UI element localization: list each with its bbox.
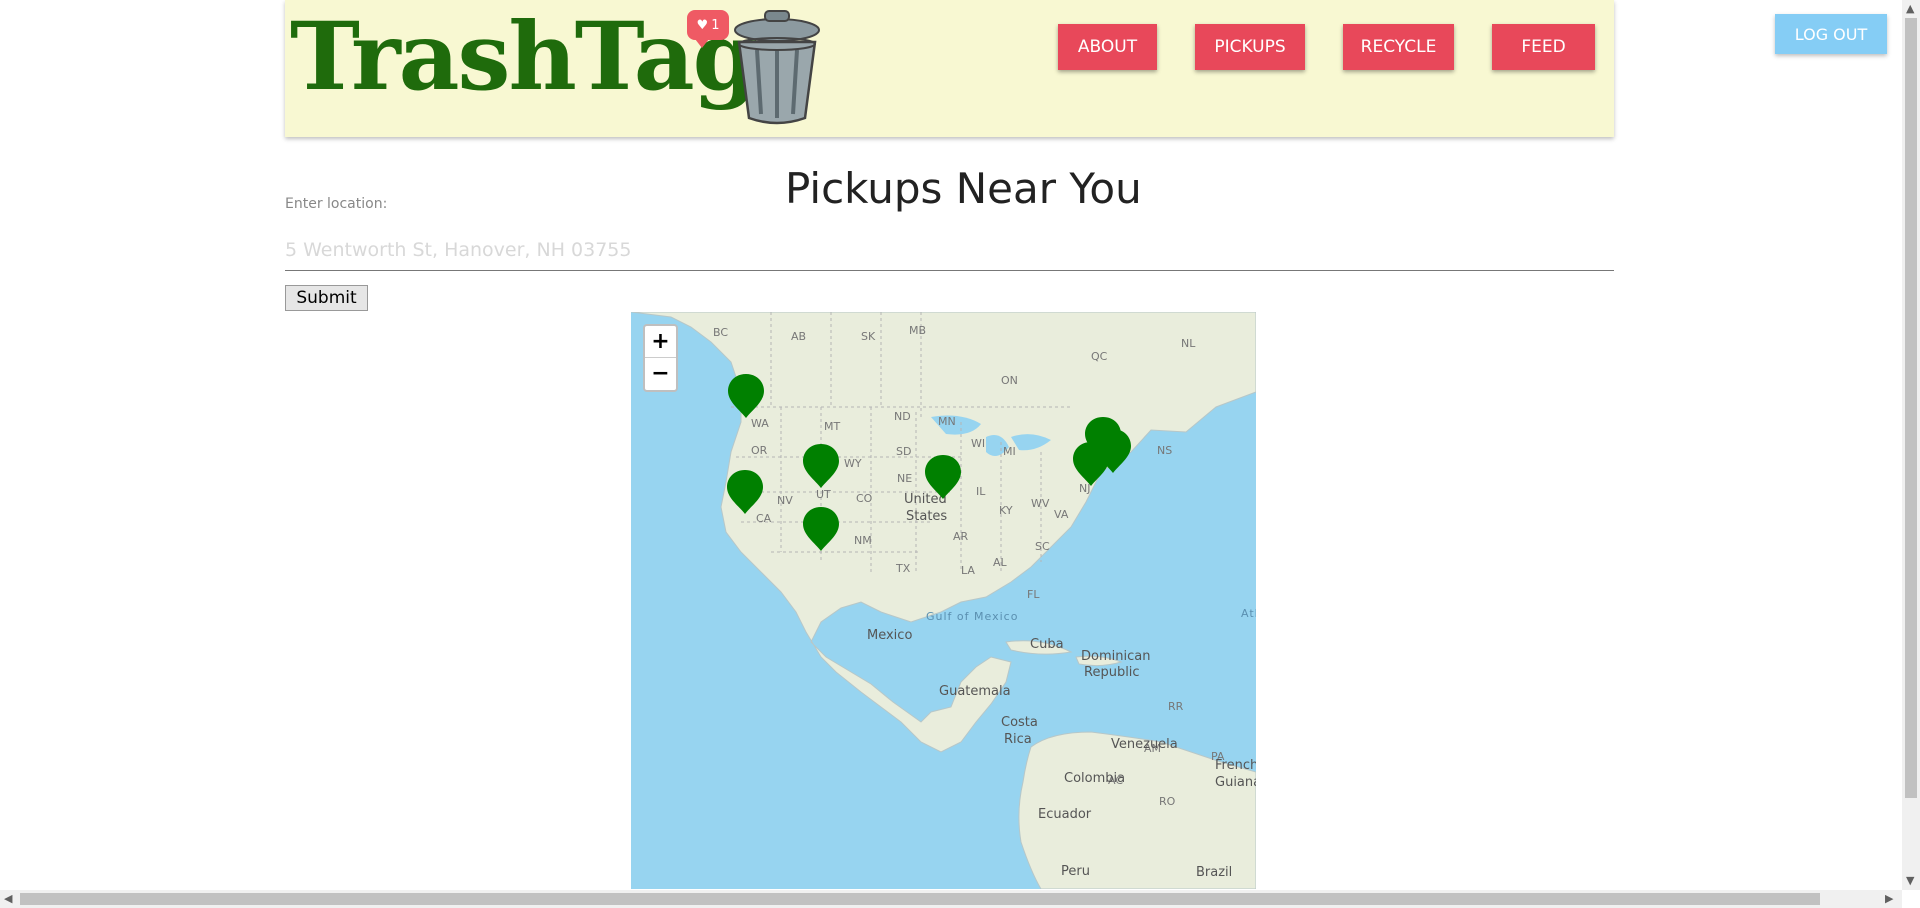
map-label: WV	[1031, 497, 1050, 510]
map-label: WY	[844, 457, 862, 470]
page-title: Pickups Near You	[785, 164, 1142, 213]
map-label: QC	[1091, 350, 1108, 363]
map-label: AL	[993, 556, 1007, 569]
map-label: States	[906, 509, 948, 524]
pickup-map[interactable]: + − BC AB SK MB ON QC NL WA MT ND MN OR …	[631, 312, 1256, 889]
map-label: VA	[1054, 508, 1069, 521]
vertical-scrollbar[interactable]: ▲ ▼	[1902, 0, 1920, 890]
pickup-marker[interactable]	[801, 442, 841, 490]
nav-about[interactable]: ABOUT	[1058, 24, 1157, 70]
map-label: WI	[971, 437, 986, 450]
map-label: ND	[894, 410, 911, 423]
location-label: Enter location:	[285, 196, 388, 212]
scroll-right-icon[interactable]: ▶	[1885, 892, 1893, 905]
map-label: Peru	[1061, 864, 1090, 879]
map-label: SC	[1035, 540, 1050, 553]
map-label: SK	[861, 330, 876, 343]
nav-feed[interactable]: FEED	[1492, 24, 1595, 70]
map-label: Guatemala	[939, 684, 1011, 699]
map-label: NE	[897, 472, 913, 485]
zoom-out-button[interactable]: −	[645, 358, 676, 389]
map-label: MB	[909, 324, 927, 337]
map-label: Republic	[1084, 665, 1140, 680]
map-label: Venezuela	[1111, 737, 1178, 752]
map-label: NL	[1181, 337, 1196, 350]
map-label: French	[1215, 758, 1256, 773]
map-label: Atl	[1241, 607, 1256, 620]
map-label: Guiana	[1215, 775, 1256, 790]
map-label: CO	[856, 492, 873, 505]
header-banner: TrashTag ♥ 1 ABOUT PICKUPS RECYCLE FEED	[285, 0, 1614, 137]
map-label: AB	[791, 330, 807, 343]
map-label: Ecuador	[1038, 807, 1092, 822]
map-label: RR	[1168, 700, 1184, 713]
map-label: TX	[896, 562, 911, 575]
zoom-in-button[interactable]: +	[645, 326, 676, 358]
vertical-scroll-thumb[interactable]	[1905, 18, 1917, 798]
nav-pickups[interactable]: PICKUPS	[1195, 24, 1305, 70]
map-label: OR	[751, 444, 768, 457]
map-label: Rica	[1004, 732, 1032, 747]
notification-badge[interactable]: ♥ 1	[687, 10, 729, 48]
map-label: BC	[713, 326, 729, 339]
nav-recycle[interactable]: RECYCLE	[1343, 24, 1454, 70]
map-label: Colombia	[1064, 771, 1126, 786]
scroll-up-icon[interactable]: ▲	[1906, 2, 1914, 15]
map-label: Dominican	[1081, 649, 1151, 664]
map-label: IL	[976, 485, 986, 498]
map-label: LA	[961, 564, 975, 577]
pickup-marker[interactable]	[726, 372, 766, 420]
heart-icon: ♥	[696, 17, 709, 33]
pickup-marker[interactable]	[801, 505, 841, 553]
map-label: Cuba	[1030, 637, 1064, 652]
map-label: Mexico	[867, 628, 913, 643]
map-label: AR	[953, 530, 969, 543]
map-label: Costa	[1001, 715, 1038, 730]
submit-button[interactable]: Submit	[285, 285, 368, 311]
location-input[interactable]	[285, 230, 1614, 271]
scroll-left-icon[interactable]: ◀	[4, 892, 12, 905]
map-label: FL	[1027, 588, 1040, 601]
map-label: MN	[938, 415, 956, 428]
notification-count: 1	[711, 17, 720, 33]
pickup-marker[interactable]	[725, 468, 765, 516]
logout-button[interactable]: LOG OUT	[1775, 14, 1887, 54]
map-label: KY	[999, 504, 1013, 517]
map-label: MI	[1003, 445, 1016, 458]
pickup-marker[interactable]	[923, 453, 963, 501]
horizontal-scrollbar[interactable]: ◀ ▶	[0, 890, 1902, 908]
trash-can-icon	[734, 10, 820, 125]
pickup-marker[interactable]	[1071, 440, 1111, 488]
map-label: SD	[896, 445, 912, 458]
map-label: RO	[1159, 795, 1176, 808]
map-label: ON	[1001, 374, 1018, 387]
map-label: Gulf of Mexico	[926, 610, 1019, 623]
map-label: NS	[1157, 444, 1173, 457]
map-label: MT	[824, 420, 841, 433]
zoom-control: + −	[643, 324, 678, 392]
map-label: Brazil	[1196, 865, 1233, 880]
map-label: NM	[854, 534, 872, 547]
horizontal-scroll-thumb[interactable]	[20, 893, 1820, 905]
scroll-down-icon[interactable]: ▼	[1906, 874, 1914, 887]
map-label: NV	[777, 494, 793, 507]
